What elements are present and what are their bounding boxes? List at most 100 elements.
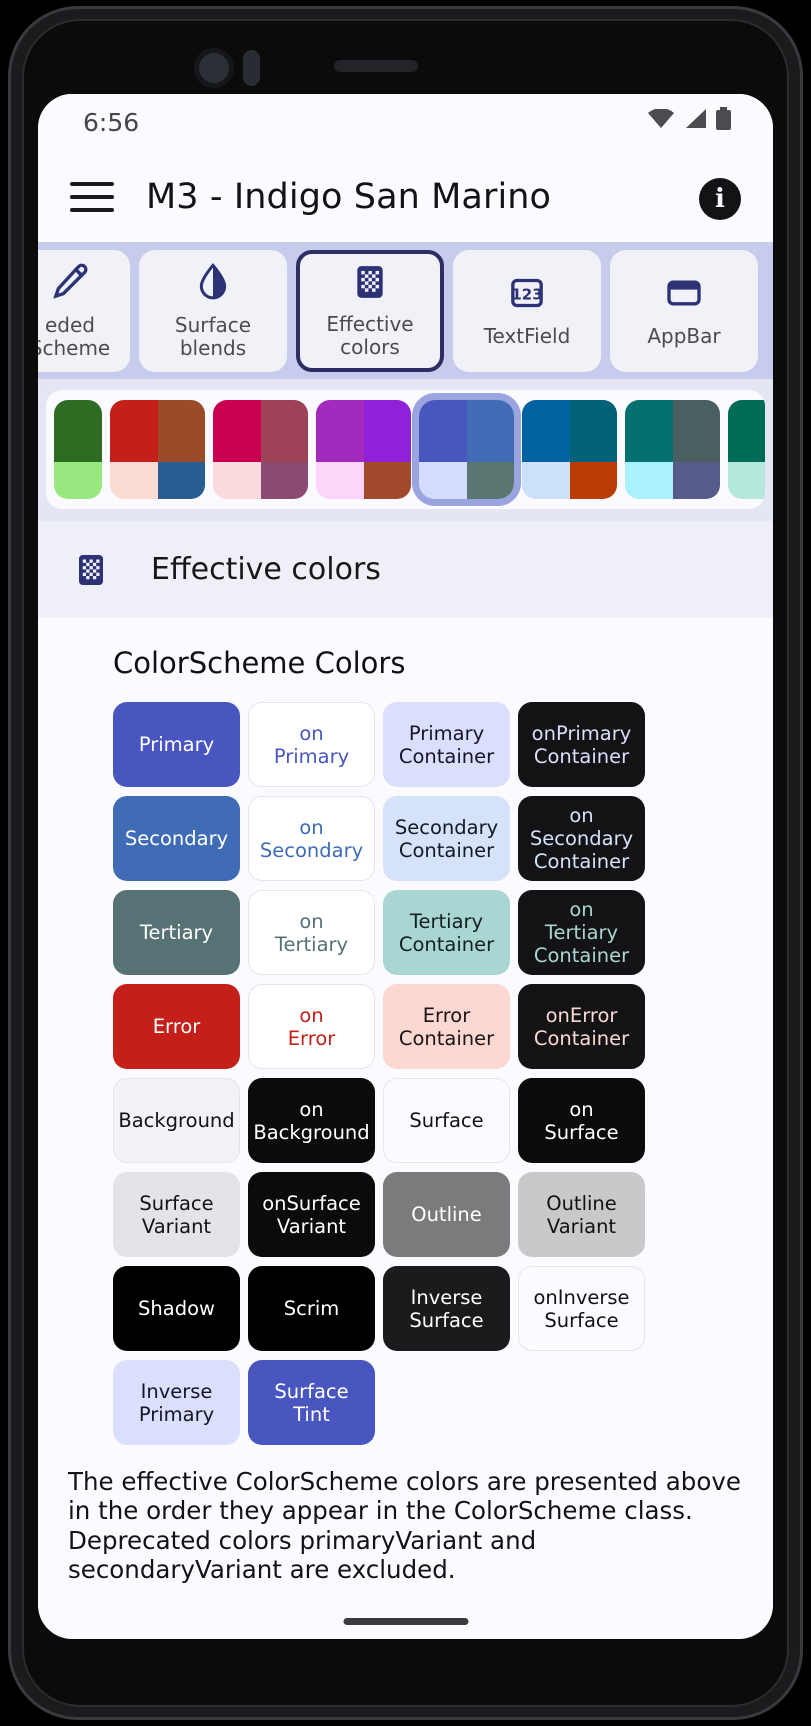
theme-card[interactable] — [110, 400, 205, 499]
tab-label: Surface blends — [174, 312, 252, 360]
tab-label: eded Scheme — [38, 312, 111, 360]
color-swatch[interactable]: Primary — [113, 702, 240, 787]
battery-icon — [716, 107, 731, 130]
theme-quadrant — [522, 400, 570, 462]
theme-card[interactable] — [316, 400, 411, 499]
color-swatch[interactable]: Surface — [383, 1078, 510, 1163]
color-swatch[interactable]: Surface Tint — [248, 1360, 375, 1445]
tab-seeded-scheme[interactable]: eded Scheme — [38, 249, 130, 372]
color-swatch[interactable]: onError Container — [518, 984, 645, 1069]
color-swatch[interactable]: on Primary — [248, 702, 375, 787]
color-swatch[interactable]: onPrimary Container — [518, 702, 645, 787]
home-indicator[interactable] — [343, 1618, 468, 1625]
theme-quadrant — [672, 400, 720, 462]
color-swatch[interactable]: Secondary Container — [383, 796, 510, 881]
color-swatch[interactable]: Outline — [383, 1172, 510, 1257]
tab-textfield[interactable]: 123 TextField — [453, 249, 601, 372]
color-swatch[interactable]: on Background — [248, 1078, 375, 1163]
theme-quadrant — [569, 400, 617, 462]
tab-appbar[interactable]: AppBar — [610, 249, 758, 372]
theme-quadrant — [728, 462, 765, 499]
theme-quadrant — [569, 462, 617, 499]
tab-bar[interactable]: eded Scheme Surface blends — [38, 242, 773, 379]
content-heading: ColorScheme Colors — [113, 646, 406, 680]
tab-label: TextField — [483, 324, 571, 348]
color-swatch[interactable]: on Secondary Container — [518, 796, 645, 881]
theme-card[interactable] — [728, 400, 765, 499]
color-swatch[interactable]: Scrim — [248, 1266, 375, 1351]
page-title: M3 - Indigo San Marino — [146, 177, 552, 217]
color-swatch[interactable]: Inverse Surface — [383, 1266, 510, 1351]
color-swatch[interactable]: Surface Variant — [113, 1172, 240, 1257]
color-swatch[interactable]: Inverse Primary — [113, 1360, 240, 1445]
theme-quadrant — [54, 462, 102, 499]
theme-quadrant — [260, 400, 308, 462]
theme-quadrant — [625, 462, 673, 499]
cellular-signal-icon — [686, 109, 706, 128]
hamburger-menu-icon[interactable] — [70, 182, 114, 212]
color-swatch[interactable]: Tertiary — [113, 890, 240, 975]
color-swatch[interactable]: on Tertiary — [248, 890, 375, 975]
front-camera-icon — [194, 48, 234, 88]
content-panel: ColorScheme Colors Primary on Primary Prim… — [38, 618, 773, 1608]
colorscheme-swatch-grid: Primary on Primary Primary Container onPrim… — [113, 702, 773, 1445]
color-swatch[interactable]: Secondary — [113, 796, 240, 881]
theme-quadrant — [466, 400, 514, 462]
svg-text:123: 123 — [511, 286, 542, 304]
theme-card[interactable] — [213, 400, 308, 499]
phone-frame: 6:56 M3 - Indigo San Marino i eded cheme… — [8, 6, 803, 1720]
eyedropper-icon — [50, 262, 90, 306]
theme-quadrant — [157, 462, 205, 499]
tab-label: AppBar — [647, 324, 721, 348]
theme-quadrant — [522, 462, 570, 499]
checkerboard-icon — [351, 263, 389, 305]
color-swatch[interactable]: Background — [113, 1078, 240, 1163]
color-swatch[interactable]: onSurface Variant — [248, 1172, 375, 1257]
theme-quadrant — [672, 462, 720, 499]
color-swatch[interactable]: Error Container — [383, 984, 510, 1069]
theme-quadrant — [363, 400, 411, 462]
section-header[interactable]: Effective colors — [38, 521, 773, 618]
theme-quadrant — [363, 462, 411, 499]
app-bar: M3 - Indigo San Marino i — [38, 152, 773, 242]
color-swatch[interactable]: on Secondary — [248, 796, 375, 881]
theme-card[interactable] — [419, 400, 514, 499]
color-swatch[interactable]: on Surface — [518, 1078, 645, 1163]
section-title: Effective colors — [151, 552, 381, 587]
theme-card[interactable] — [625, 400, 720, 499]
color-swatch[interactable]: Error — [113, 984, 240, 1069]
water-drop-icon — [193, 262, 233, 306]
theme-quadrant — [213, 400, 261, 462]
camera-sensor-icon — [243, 50, 260, 86]
theme-selector[interactable] — [46, 390, 765, 509]
color-swatch[interactable]: Outline Variant — [518, 1172, 645, 1257]
tab-effective-colors[interactable]: Effective colors — [296, 249, 444, 372]
info-icon[interactable]: i — [699, 178, 741, 220]
phone-screen: 6:56 M3 - Indigo San Marino i eded cheme… — [38, 94, 773, 1639]
theme-quadrant — [110, 462, 158, 499]
theme-quadrant — [419, 462, 467, 499]
theme-quadrant — [54, 400, 102, 462]
color-swatch[interactable]: onInverse Surface — [518, 1266, 645, 1351]
tab-surface-blends[interactable]: Surface blends — [139, 249, 287, 372]
status-icons — [648, 107, 731, 130]
theme-quadrant — [625, 400, 673, 462]
theme-quadrant — [419, 400, 467, 462]
theme-quadrant — [466, 462, 514, 499]
theme-quadrant — [728, 400, 765, 462]
color-swatch[interactable]: on Error — [248, 984, 375, 1069]
numbers-123-icon: 123 — [507, 273, 547, 317]
earpiece-speaker — [334, 60, 418, 72]
color-swatch[interactable]: Primary Container — [383, 702, 510, 787]
theme-selector-area — [38, 379, 773, 861]
color-swatch[interactable]: Tertiary Container — [383, 890, 510, 975]
theme-quadrant — [110, 400, 158, 462]
theme-quadrant — [157, 400, 205, 462]
theme-card[interactable] — [522, 400, 617, 499]
color-swatch[interactable]: on Tertiary Container — [518, 890, 645, 975]
theme-quadrant — [213, 462, 261, 499]
color-swatch[interactable]: Shadow — [113, 1266, 240, 1351]
tab-strip: eded Scheme Surface blends — [38, 249, 767, 372]
theme-card[interactable] — [54, 400, 102, 499]
appbar-rectangle-icon — [664, 273, 704, 317]
